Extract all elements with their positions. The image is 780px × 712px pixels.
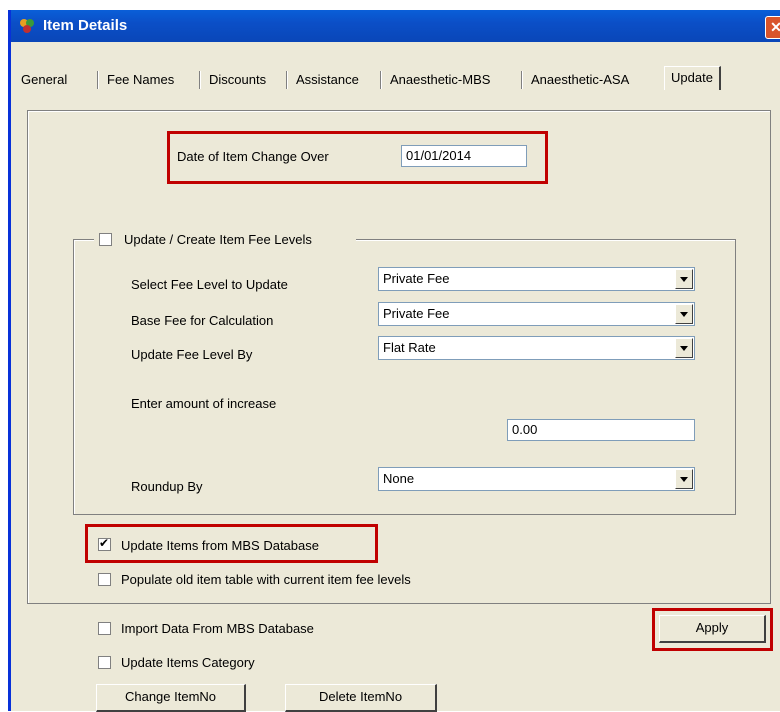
close-button[interactable]: ✕	[765, 16, 780, 39]
tab-fee-names[interactable]: Fee Names	[101, 70, 180, 90]
update-by-dropdown[interactable]: Flat Rate	[378, 336, 695, 360]
changeover-date-field[interactable]: 01/01/2014	[401, 145, 527, 167]
tab-divider	[380, 71, 382, 89]
tab-anaesthetic-asa[interactable]: Anaesthetic-ASA	[525, 70, 635, 90]
roundup-label: Roundup By	[131, 479, 203, 494]
tab-update[interactable]: Update	[664, 66, 721, 90]
chevron-down-icon[interactable]	[675, 469, 693, 489]
chevron-down-icon[interactable]	[675, 338, 693, 358]
changeover-date-value: 01/01/2014	[406, 148, 472, 163]
base-fee-label: Base Fee for Calculation	[131, 313, 274, 328]
tab-general[interactable]: General	[15, 70, 73, 90]
increase-label: Enter amount of increase	[131, 396, 277, 411]
apply-button[interactable]: Apply	[659, 615, 766, 643]
chevron-down-icon[interactable]	[675, 269, 693, 289]
populate-old-label: Populate old item table with current ite…	[121, 572, 411, 587]
tab-divider	[521, 71, 523, 89]
chevron-down-icon[interactable]	[675, 304, 693, 324]
fee-levels-group-title: Update / Create Item Fee Levels	[124, 232, 312, 247]
populate-old-checkbox[interactable]	[98, 573, 111, 586]
import-mbs-checkbox[interactable]	[98, 622, 111, 635]
app-icon	[20, 19, 34, 33]
tab-discounts[interactable]: Discounts	[203, 70, 272, 90]
title-bar[interactable]: Item Details ✕	[11, 10, 780, 42]
close-icon: ✕	[770, 19, 780, 35]
roundup-value: None	[383, 471, 415, 486]
select-fee-level-value: Private Fee	[383, 271, 450, 286]
update-fee-levels-checkbox[interactable]	[99, 233, 112, 246]
increase-amount-value: 0.00	[512, 422, 538, 437]
update-mbs-checkbox[interactable]	[98, 536, 111, 551]
import-mbs-label: Import Data From MBS Database	[121, 621, 314, 636]
tab-divider	[97, 71, 99, 89]
changeover-label: Date of Item Change Over	[177, 149, 329, 164]
window-title: Item Details	[43, 17, 128, 34]
tab-assistance[interactable]: Assistance	[290, 70, 365, 90]
tab-strip: General Fee Names Discounts Assistance A…	[11, 66, 780, 92]
update-mbs-label: Update Items from MBS Database	[121, 538, 319, 553]
tab-divider	[286, 71, 288, 89]
update-category-checkbox[interactable]	[98, 656, 111, 669]
select-fee-level-dropdown[interactable]: Private Fee	[378, 267, 695, 291]
increase-amount-field[interactable]: 0.00	[507, 419, 695, 441]
tab-anaesthetic-mbs[interactable]: Anaesthetic-MBS	[384, 70, 496, 90]
base-fee-value: Private Fee	[383, 306, 450, 321]
change-itemno-button[interactable]: Change ItemNo	[96, 684, 246, 712]
roundup-dropdown[interactable]: None	[378, 467, 695, 491]
delete-itemno-button[interactable]: Delete ItemNo	[285, 684, 437, 712]
tab-divider	[199, 71, 201, 89]
update-category-label: Update Items Category	[121, 655, 255, 670]
base-fee-dropdown[interactable]: Private Fee	[378, 302, 695, 326]
update-by-label: Update Fee Level By	[131, 347, 253, 362]
update-by-value: Flat Rate	[383, 340, 436, 355]
select-fee-level-label: Select Fee Level to Update	[131, 277, 288, 292]
